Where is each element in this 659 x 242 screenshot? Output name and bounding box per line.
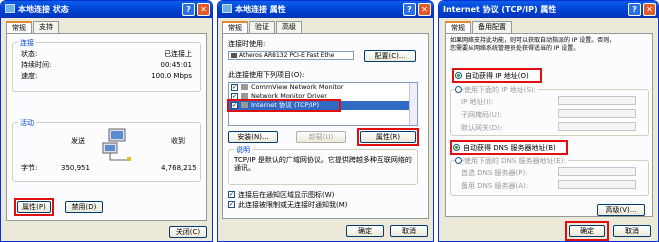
window-title: 本地连接 属性: [235, 5, 286, 14]
speed-label: 速度:: [21, 72, 38, 80]
notify-checkbox[interactable]: ✓: [228, 201, 235, 208]
tcpip-properties-window: Internet 协议 (TCP/IP) 属性 ? ✕ 常规 备用配置 如果网络…: [438, 0, 659, 242]
preferred-dns-field[interactable]: [558, 167, 636, 176]
highlight-box: [357, 128, 419, 146]
bytes-label: 字节:: [21, 164, 38, 172]
status-value: 已连接上: [164, 50, 192, 58]
adapter-icon: [231, 53, 237, 58]
close-button[interactable]: 关闭(C): [169, 226, 207, 238]
manual-dns-radio[interactable]: [455, 157, 462, 164]
manual-dns-group: 使用下面的 DNS 服务器地址(E): 首选 DNS 服务器(P): 备用 DN…: [450, 157, 649, 196]
network-icon: [222, 4, 232, 13]
close-window-button[interactable]: ✕: [418, 3, 431, 16]
intro-text-line1: 如果网络支持此功能，则可以获取自动指派的 IP 设置。否则，: [450, 37, 616, 44]
network-icon: [5, 4, 15, 13]
status-label: 状态:: [21, 50, 38, 58]
speed-value: 100.0 Mbps: [151, 72, 192, 80]
manual-ip-label: 使用下面的 IP 地址(S):: [464, 86, 538, 94]
component-icon: [241, 84, 248, 90]
bytes-received-value: 4,768,215: [161, 164, 197, 172]
subnet-mask-field[interactable]: [558, 109, 636, 118]
intro-text-line2: 您需要从网络系统管理员处获得适当的 IP 设置。: [450, 45, 580, 52]
show-icon-label: 连接后在通知区域显示图标(W): [238, 191, 335, 199]
help-button[interactable]: ?: [403, 3, 416, 16]
sent-label: 发送: [71, 137, 85, 145]
title-bar: 本地连接 状态 ? ✕: [1, 1, 212, 18]
advanced-button[interactable]: 高级(V)...: [597, 204, 645, 216]
connection-status-window: 本地连接 状态 ? ✕ 常规 支持 连接 状态: 已连接上 持续时间: 00:4…: [0, 0, 213, 242]
highlight-box: [450, 140, 568, 155]
tab-support[interactable]: 支持: [33, 21, 59, 33]
window-title: Internet 协议 (TCP/IP) 属性: [443, 5, 557, 14]
manual-ip-group: 使用下面的 IP 地址(S): IP 地址(I): 子网掩码(U): 默认网关(…: [450, 86, 649, 136]
description-text: TCP/IP 是默认的广域网协议。它提供跨越多种互联网络的通讯。: [234, 156, 412, 172]
cancel-button[interactable]: 取消: [613, 225, 651, 237]
group-title: 说明: [234, 145, 252, 155]
group-title: 活动: [18, 118, 36, 128]
alternate-dns-label: 备用 DNS 服务器(A):: [461, 182, 529, 190]
highlight-box: [452, 68, 542, 83]
disable-button[interactable]: 禁用(D): [65, 201, 103, 213]
close-window-button[interactable]: ✕: [643, 3, 656, 16]
checkbox[interactable]: ✓: [231, 84, 238, 91]
gateway-label: 默认网关(D):: [461, 124, 503, 132]
subnet-mask-label: 子网掩码(U):: [461, 111, 502, 119]
gateway-field[interactable]: [558, 122, 636, 131]
bytes-sent-value: 350,951: [61, 164, 90, 172]
tab-panel: 连接 状态: 已连接上 持续时间: 00:45:01 速度: 100.0 Mbp…: [6, 33, 207, 221]
items-label: 此连接使用下列项目(O):: [228, 71, 305, 79]
window-title: 本地连接 状态: [18, 5, 69, 14]
close-window-button[interactable]: ✕: [197, 3, 210, 16]
adapter-field: Atheros AR8132 PCI-E Fast Ethe: [228, 51, 354, 60]
connection-properties-window: 本地连接 属性 ? ✕ 常规 验证 高级 连接时使用: Atheros AR81…: [217, 0, 434, 242]
uninstall-button[interactable]: 卸载(U): [296, 131, 346, 143]
duration-label: 持续时间:: [21, 61, 52, 69]
highlight-box: [565, 221, 609, 241]
connect-using-label: 连接时使用:: [228, 40, 266, 48]
activity-group: 活动 发送 收到 字节: 350,951 4,768,215: [12, 118, 201, 182]
tab-panel: 连接时使用: Atheros AR8132 PCI-E Fast Ethe 配置…: [222, 33, 429, 219]
tab-advanced[interactable]: 高级: [276, 21, 302, 33]
help-button[interactable]: ?: [182, 3, 195, 16]
cancel-button[interactable]: 取消: [390, 225, 428, 237]
configure-button[interactable]: 配置(C)...: [364, 50, 416, 62]
adapter-name: Atheros AR8132 PCI-E Fast Ethe: [239, 52, 335, 59]
group-title: 连接: [18, 38, 36, 48]
install-button[interactable]: 安装(N)...: [228, 131, 278, 143]
ip-address-label: IP 地址(I):: [461, 98, 494, 106]
network-computers-icon: [102, 128, 131, 161]
tab-alternate-config[interactable]: 备用配置: [472, 21, 512, 33]
duration-value: 00:45:01: [160, 61, 192, 69]
title-bar: 本地连接 属性 ? ✕: [218, 1, 433, 18]
ip-address-field[interactable]: [558, 96, 636, 105]
highlight-box: [14, 198, 54, 216]
tab-authentication[interactable]: 验证: [249, 21, 275, 33]
description-group: 说明 TCP/IP 是默认的广域网协议。它提供跨越多种互联网络的通讯。: [228, 145, 418, 185]
manual-ip-radio[interactable]: [455, 86, 462, 93]
show-icon-checkbox[interactable]: ✓: [228, 191, 235, 198]
highlight-box: [227, 99, 341, 112]
ok-button[interactable]: 确定: [346, 225, 384, 237]
alternate-dns-field[interactable]: [558, 180, 636, 189]
tab-panel: 如果网络支持此功能，则可以获取自动指派的 IP 设置。否则， 您需要从网络系统管…: [445, 33, 653, 217]
scrollbar[interactable]: [409, 83, 417, 125]
notify-label: 此连接被限制或无连接时通知我(M): [238, 201, 348, 209]
list-item[interactable]: ✓ CommView Network Monitor: [229, 83, 417, 92]
connection-group: 连接 状态: 已连接上 持续时间: 00:45:01 速度: 100.0 Mbp…: [12, 38, 201, 92]
manual-dns-label: 使用下面的 DNS 服务器地址(E):: [464, 157, 568, 165]
title-bar: Internet 协议 (TCP/IP) 属性 ? ✕: [439, 1, 658, 18]
received-label: 收到: [171, 137, 185, 145]
preferred-dns-label: 首选 DNS 服务器(P):: [461, 169, 528, 177]
help-button[interactable]: ?: [628, 3, 641, 16]
